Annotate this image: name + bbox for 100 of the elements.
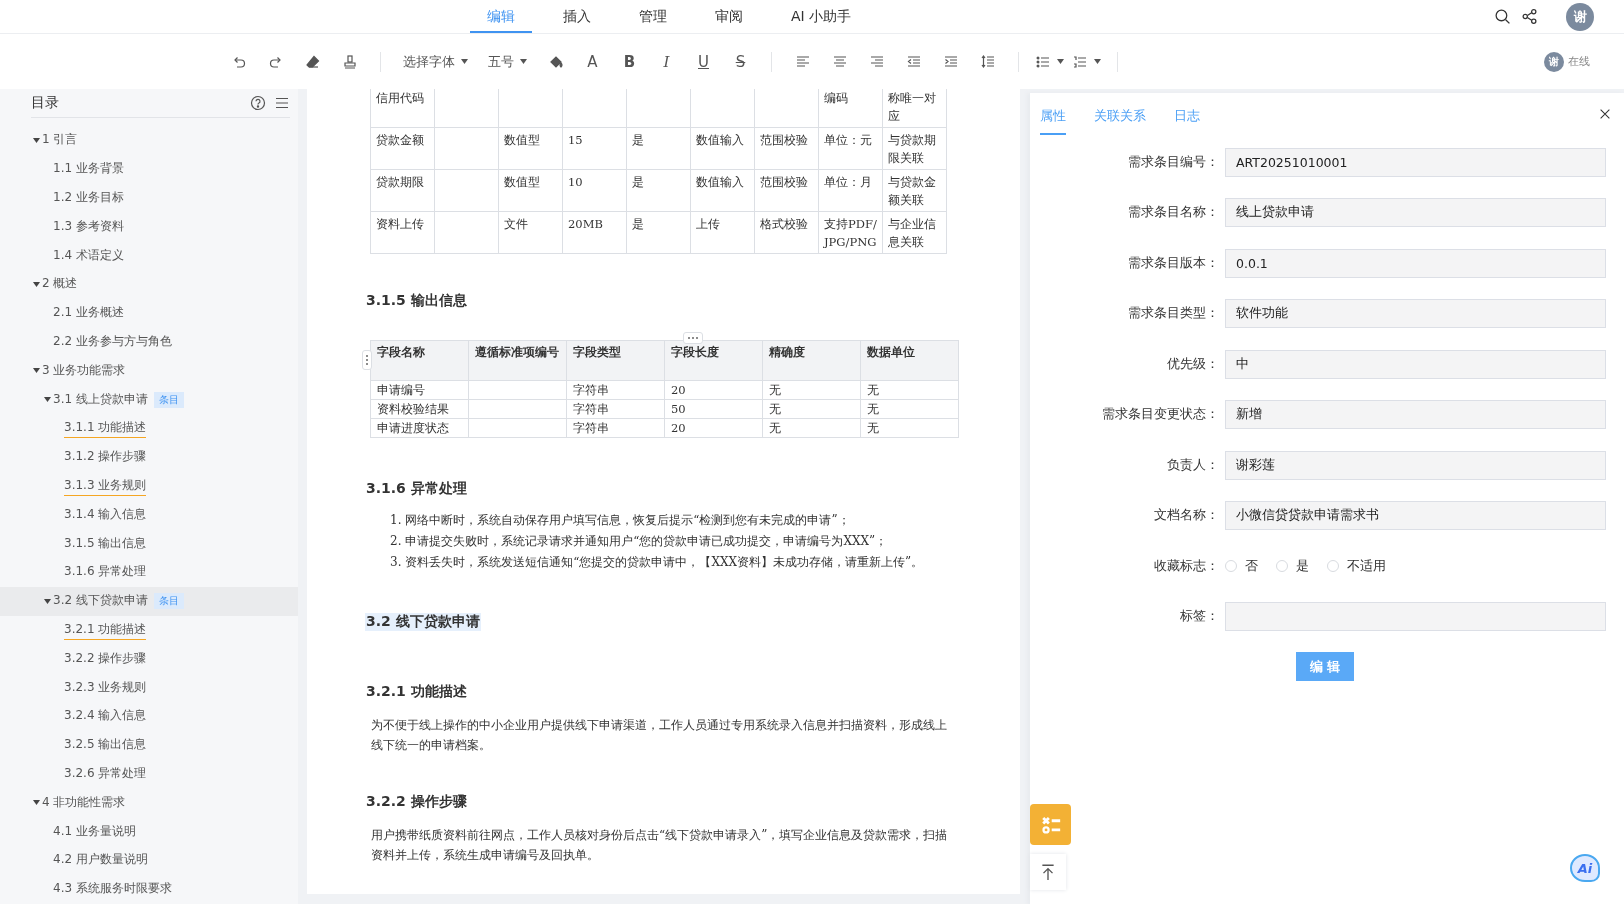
text-field[interactable]: ART20251010001 — [1225, 147, 1606, 177]
outline-item[interactable]: 1.4 术语定义 — [53, 245, 124, 266]
text-field[interactable]: 软件功能 — [1225, 299, 1606, 329]
menu-tab[interactable]: 管理 — [622, 0, 684, 33]
outline-item[interactable]: 3.2.3 业务规则 — [64, 677, 147, 698]
format-button[interactable]: B — [611, 48, 648, 75]
table-cell: 无 — [860, 399, 959, 419]
format-button[interactable]: U — [685, 48, 722, 75]
outline-item[interactable]: 3.1.3 业务规则 — [64, 475, 147, 496]
search-icon — [1494, 8, 1511, 25]
outline-item[interactable]: 3.2.6 异常处理 — [64, 763, 147, 784]
table-cell — [690, 89, 755, 128]
text-field[interactable] — [1225, 602, 1606, 632]
format-button[interactable]: S — [722, 48, 759, 75]
outline-item[interactable]: 3.1.4 输入信息 — [64, 504, 147, 525]
expanded-caret-icon[interactable] — [32, 368, 40, 374]
outline-item[interactable]: 3 业务功能需求 — [42, 360, 126, 381]
outline-item[interactable]: 4.2 用户数量说明 — [53, 850, 148, 871]
table-cell: 与企业信息关联 — [882, 211, 947, 254]
outline-item[interactable]: 3.2.5 输出信息 — [64, 735, 147, 756]
caret-icon — [1094, 59, 1101, 64]
item-badge: 条目 — [153, 593, 184, 610]
outline-item[interactable]: 4.1 业务量说明 — [53, 821, 136, 842]
font-dropdown[interactable]: 选择字体 — [393, 48, 478, 75]
outline-item[interactable]: 3.2.2 操作步骤 — [64, 648, 147, 669]
list-item: 1. 网络中断时，系统自动保存用户填写信息，恢复后提示“检测到您有未完成的申请”； — [390, 512, 851, 529]
format-button[interactable]: I — [648, 48, 685, 75]
item-badge: 条目 — [153, 391, 184, 408]
table-cell — [434, 89, 499, 128]
outline-item[interactable]: 1.2 业务目标 — [53, 188, 124, 208]
outline-item[interactable]: 3.1.5 输出信息 — [64, 533, 147, 554]
table-cell: 15 — [562, 127, 627, 170]
align-left-icon — [794, 53, 811, 70]
text-field[interactable]: 线上贷款申请 — [1225, 198, 1606, 228]
checklist-button[interactable] — [1030, 804, 1071, 845]
drag-handle-icon[interactable] — [362, 350, 372, 370]
radio-option[interactable]: 不适用 — [1327, 557, 1386, 575]
expanded-caret-icon[interactable] — [32, 800, 40, 806]
outline-item[interactable]: 1.1 业务背景 — [53, 159, 124, 180]
text-field[interactable]: 0.0.1 — [1225, 248, 1606, 278]
outline-item[interactable]: 3.2.4 输入信息 — [64, 706, 147, 727]
text-field[interactable]: 中 — [1225, 349, 1606, 379]
table-cell: 申请编号 — [370, 380, 469, 400]
indent-icon — [942, 53, 959, 70]
outline-item[interactable]: 1.3 参考资料 — [53, 216, 124, 237]
outline-item[interactable]: 2.1 业务概述 — [53, 303, 124, 324]
ai-assistant-button[interactable]: Ai — [1570, 854, 1600, 882]
outdent-icon — [905, 53, 922, 70]
table-cell: 20 — [664, 380, 763, 400]
table-cell — [498, 89, 563, 128]
field-label: 需求条目编号： — [1127, 153, 1220, 171]
outline-item[interactable]: 4 非功能性需求 — [42, 792, 126, 813]
outline-item[interactable]: 3.1.2 操作步骤 — [64, 447, 147, 468]
table-cell: 数值型 — [498, 127, 563, 170]
caret-icon — [520, 59, 527, 64]
text-field[interactable]: 谢彩莲 — [1225, 450, 1606, 480]
table-cell: 资料校验结果 — [370, 399, 469, 419]
help-icon — [250, 95, 266, 111]
outline-item[interactable]: 2 概述 — [42, 274, 78, 295]
more-icon[interactable] — [683, 332, 703, 344]
table-cell — [434, 211, 499, 254]
menu-tab[interactable]: 插入 — [546, 0, 608, 33]
outline-item[interactable]: 3.2.1 功能描述 — [64, 619, 147, 640]
back-to-top-button[interactable] — [1030, 854, 1066, 890]
text-field[interactable]: 新增 — [1225, 400, 1606, 430]
list-item: 2. 申请提交失败时，系统记录请求并通知用户“您的贷款申请已成功提交，申请编号为XXX”； — [390, 533, 889, 550]
table-cell: 无 — [762, 399, 861, 419]
outline-item[interactable]: 3.1.1 功能描述 — [64, 418, 147, 439]
expanded-caret-icon[interactable] — [43, 598, 51, 604]
align-center-icon — [831, 53, 848, 70]
outline-item[interactable]: 3.1 线上贷款申请 — [53, 389, 148, 410]
outline-item[interactable]: 1 引言 — [42, 130, 78, 151]
field-label: 需求条目变更状态： — [1101, 406, 1220, 424]
user-avatar[interactable]: 谢 — [1566, 2, 1594, 31]
outline-item[interactable]: 4.3 系统服务时限要求 — [53, 879, 172, 900]
table-cell: 单位：元 — [818, 127, 883, 170]
menu-tab[interactable]: 审阅 — [698, 0, 760, 33]
text-field[interactable]: 小微信贷贷款申请需求书 — [1225, 501, 1606, 531]
outline-item[interactable]: 3.2 线下贷款申请 — [53, 591, 148, 612]
table-cell: 称唯一对应 — [882, 89, 947, 128]
radio-option[interactable]: 否 — [1225, 557, 1258, 575]
column-header: 字段长度 — [664, 340, 763, 381]
table-cell: 字符串 — [566, 399, 665, 419]
outline-item[interactable]: 2.2 业务参与方与角色 — [53, 331, 172, 352]
field-label: 负责人： — [1166, 456, 1220, 474]
table-cell — [434, 169, 499, 212]
table-cell: 文件 — [498, 211, 563, 254]
menu-tab[interactable]: AI 小助手 — [774, 0, 869, 33]
font-dropdown[interactable]: 五号 — [478, 48, 537, 75]
format-button[interactable]: A — [574, 48, 611, 75]
stamp-icon — [341, 53, 358, 70]
table-cell: 范围校验 — [754, 127, 819, 170]
expanded-caret-icon[interactable] — [43, 397, 51, 403]
field-label: 文档名称： — [1153, 507, 1220, 525]
expanded-caret-icon[interactable] — [32, 281, 40, 287]
radio-option[interactable]: 是 — [1276, 557, 1309, 575]
field-label: 优先级： — [1166, 355, 1220, 373]
expanded-caret-icon[interactable] — [32, 137, 40, 143]
line-spacing-icon — [979, 53, 996, 70]
outline-item[interactable]: 3.1.6 异常处理 — [64, 562, 147, 583]
